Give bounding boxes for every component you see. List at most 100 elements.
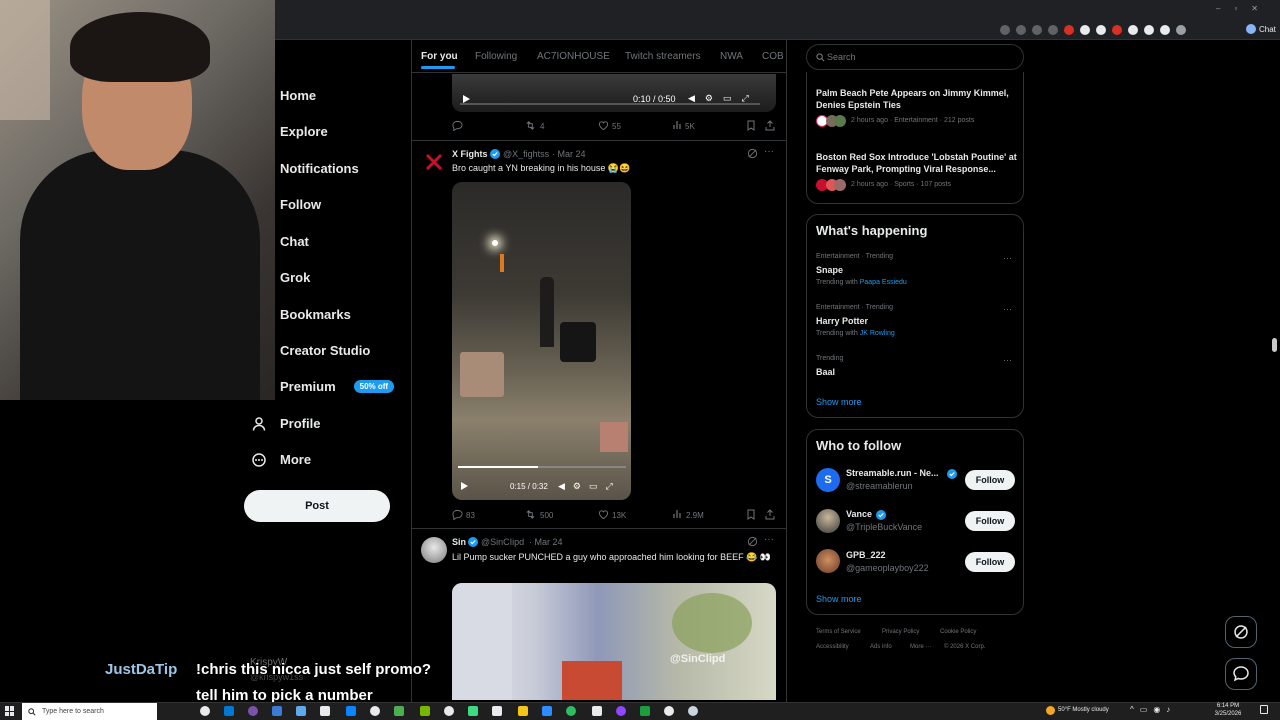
nav-chat[interactable]: Chat: [280, 234, 309, 249]
views-icon[interactable]: [672, 120, 682, 130]
play-icon[interactable]: [459, 481, 469, 491]
grok-icon[interactable]: [747, 148, 758, 159]
taskbar-app-icon[interactable]: [468, 706, 478, 716]
nav-bookmarks[interactable]: Bookmarks: [280, 307, 351, 322]
footer-more[interactable]: More ···: [910, 644, 931, 650]
taskbar-clock-date[interactable]: 3/25/2026: [1208, 711, 1248, 717]
follow-button[interactable]: Follow: [965, 511, 1015, 531]
taskbar-app-icon[interactable]: [688, 706, 698, 716]
taskbar-app-icon[interactable]: [640, 706, 650, 716]
user-1-avatar[interactable]: S: [816, 468, 840, 492]
tweet1-more-icon[interactable]: ···: [764, 146, 774, 157]
taskbar-app-icon[interactable]: [420, 706, 430, 716]
post-button[interactable]: Post: [244, 490, 390, 522]
taskbar-app-icon[interactable]: [320, 706, 330, 716]
news-item-1-title[interactable]: Palm Beach Pete Appears on Jimmy Kimmel,…: [816, 87, 1016, 111]
taskbar-app-icon[interactable]: [616, 706, 626, 716]
like-icon[interactable]: [598, 509, 609, 520]
retweet-icon[interactable]: [525, 509, 536, 520]
whats-happening-show-more[interactable]: Show more: [816, 397, 862, 407]
like-icon[interactable]: [598, 120, 609, 131]
nav-notifications[interactable]: Notifications: [280, 161, 359, 176]
nav-grok[interactable]: Grok: [280, 270, 310, 285]
nav-follow[interactable]: Follow: [280, 197, 321, 212]
user-2-avatar[interactable]: [816, 509, 840, 533]
notifications-icon[interactable]: [1260, 705, 1268, 714]
browser-profile-button[interactable]: Chat: [1246, 24, 1276, 34]
search-box[interactable]: [806, 44, 1024, 70]
taskbar-clock-time[interactable]: 6:14 PM: [1208, 703, 1248, 709]
tweet1-handle[interactable]: @X_fightss: [503, 149, 549, 159]
bookmark-icon[interactable]: [746, 120, 756, 131]
tweet2-more-icon[interactable]: ···: [764, 534, 774, 545]
trend-3-title[interactable]: Baal: [816, 367, 835, 377]
tweet2-video[interactable]: @SinClipd: [452, 583, 776, 700]
sin-avatar[interactable]: [421, 537, 447, 563]
taskbar-app-icon[interactable]: [346, 706, 356, 716]
user-3-avatar[interactable]: [816, 549, 840, 573]
views-icon[interactable]: [672, 509, 682, 519]
play-icon[interactable]: [461, 94, 471, 104]
reply-icon[interactable]: [452, 120, 463, 131]
follow-button[interactable]: Follow: [965, 552, 1015, 572]
search-input[interactable]: [827, 50, 1007, 64]
tweet1-video-controls[interactable]: ◀⚙▭⤢: [558, 481, 621, 492]
trend-1-title[interactable]: Snape: [816, 265, 843, 275]
tab-ac7ionhouse[interactable]: AC7IONHOUSE: [537, 51, 610, 62]
share-icon[interactable]: [765, 120, 775, 131]
taskbar-app-icon[interactable]: [592, 706, 602, 716]
nav-home[interactable]: Home: [280, 88, 316, 103]
who-to-follow-show-more[interactable]: Show more: [816, 594, 862, 604]
reply-icon[interactable]: [452, 509, 463, 520]
grok-float-button[interactable]: [1225, 616, 1257, 648]
taskbar-app-icon[interactable]: [394, 706, 404, 716]
messages-float-button[interactable]: [1225, 658, 1257, 690]
footer-ads-info[interactable]: Ads info: [870, 644, 892, 650]
tweet2-handle[interactable]: @SinCIipd: [481, 537, 524, 547]
x-fights-avatar[interactable]: [424, 152, 444, 172]
taskbar-app-icon[interactable]: [566, 706, 576, 716]
nav-creator-studio[interactable]: Creator Studio: [280, 343, 370, 358]
taskbar-weather[interactable]: 50°F Mostly cloudy: [1058, 707, 1109, 713]
tweet0-video[interactable]: 0:10 / 0:50 ◀⚙▭⤢: [452, 74, 776, 112]
user-1-name[interactable]: Streamable.run - Ne...: [846, 468, 939, 478]
taskbar-app-icon[interactable]: [248, 706, 258, 716]
tweet1-video-progress-played[interactable]: [458, 466, 538, 468]
tab-nwa[interactable]: NWA: [720, 51, 743, 62]
windows-start-icon[interactable]: [5, 706, 15, 716]
taskbar-app-icon[interactable]: [444, 706, 454, 716]
trend-3-more-icon[interactable]: ···: [1003, 355, 1012, 365]
tweet1-video-progress-remaining[interactable]: [538, 466, 626, 468]
nav-premium[interactable]: Premium 50% off: [280, 379, 395, 394]
tab-for-you[interactable]: For you: [421, 51, 458, 62]
trend-1-more-icon[interactable]: ···: [1003, 253, 1012, 263]
taskbar-app-icon[interactable]: [664, 706, 674, 716]
nav-more[interactable]: More: [252, 452, 311, 467]
tweet1-date[interactable]: · Mar 24: [552, 149, 586, 159]
tweet1-video[interactable]: 0:15 / 0:32 ◀⚙▭⤢: [452, 182, 631, 500]
trend-2-title[interactable]: Harry Potter: [816, 316, 868, 326]
browser-extensions[interactable]: [1000, 25, 1192, 35]
footer-accessibility[interactable]: Accessibility: [816, 644, 849, 650]
tweet1-author-name[interactable]: X Fights: [452, 149, 488, 159]
taskbar-search[interactable]: Type here to search: [22, 703, 157, 720]
bookmark-icon[interactable]: [746, 509, 756, 520]
trend-2-more-icon[interactable]: ···: [1003, 304, 1012, 314]
grok-icon[interactable]: [747, 536, 758, 547]
taskbar-app-icon[interactable]: [272, 706, 282, 716]
taskbar-app-icon[interactable]: [370, 706, 380, 716]
tab-twitch-streamers[interactable]: Twitch streamers: [625, 51, 701, 62]
taskbar-app-icon[interactable]: [542, 706, 552, 716]
user-2-name[interactable]: Vance: [846, 509, 872, 519]
nav-explore[interactable]: Explore: [280, 124, 328, 139]
share-icon[interactable]: [765, 509, 775, 520]
tweet2-date[interactable]: · Mar 24: [529, 537, 563, 547]
tab-following[interactable]: Following: [475, 51, 517, 62]
footer-cookie[interactable]: Cookie Policy: [940, 629, 976, 635]
news-item-2-title[interactable]: Boston Red Sox Introduce 'Lobstah Poutin…: [816, 151, 1021, 175]
user-3-name[interactable]: GPB_222: [846, 550, 886, 560]
trend-1-with-link[interactable]: Paapa Essiedu: [860, 279, 907, 286]
tweet2-author-name[interactable]: Sin: [452, 537, 466, 547]
taskbar-app-icon[interactable]: [296, 706, 306, 716]
window-controls[interactable]: –▫✕: [1216, 4, 1272, 13]
